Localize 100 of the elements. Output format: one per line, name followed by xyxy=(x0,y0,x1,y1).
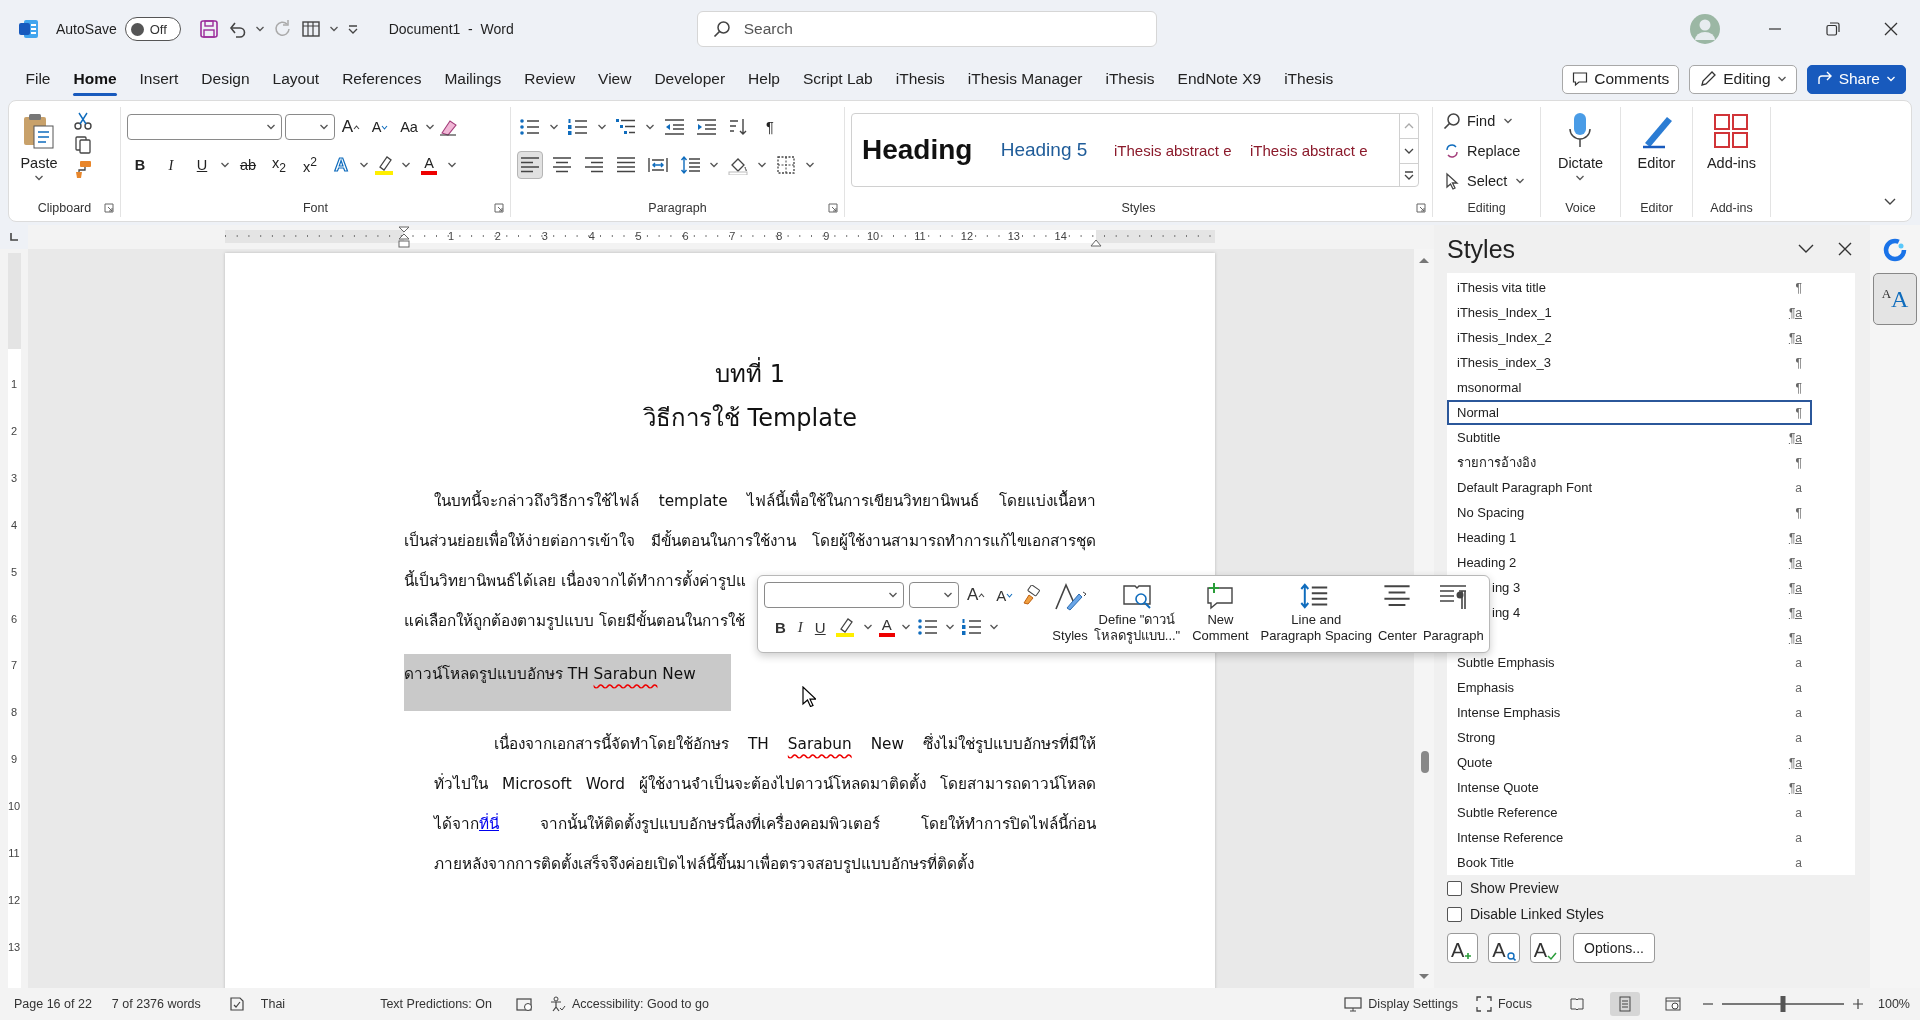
ribbon-tab[interactable]: iThesis xyxy=(1093,62,1167,96)
styles-button[interactable]: Styles xyxy=(1049,580,1091,648)
paste-button[interactable]: Paste xyxy=(15,107,63,181)
caret-icon[interactable] xyxy=(328,26,339,32)
ribbon-tab[interactable]: Review xyxy=(512,62,587,96)
underline-button[interactable]: U xyxy=(189,151,215,179)
style-inspector-button[interactable]: A xyxy=(1488,933,1520,963)
shrink-font-button[interactable]: A xyxy=(993,582,1017,608)
accessibility-button[interactable]: Accessibility: Good to go xyxy=(550,996,709,1012)
ribbon-tab[interactable]: iThesis Manager xyxy=(956,62,1094,96)
font-color-button[interactable]: A xyxy=(416,151,442,179)
bold-button[interactable]: B xyxy=(127,151,153,179)
editor-button[interactable]: Editor xyxy=(1632,107,1681,171)
text-predictions[interactable]: Text Predictions: On xyxy=(380,997,492,1011)
find-button[interactable]: Find xyxy=(1439,107,1500,135)
style-item[interactable]: Subtle Reference a xyxy=(1447,800,1812,825)
style-item[interactable]: Default Paragraph Font a xyxy=(1447,475,1812,500)
style-item[interactable]: Emphasis a xyxy=(1447,675,1812,700)
dialog-launcher-icon[interactable] xyxy=(494,203,504,213)
style-item[interactable]: Intense Quote ¶a xyxy=(1447,775,1812,800)
save-icon[interactable] xyxy=(198,19,219,39)
style-item[interactable]: Strong a xyxy=(1447,725,1812,750)
underline-button[interactable]: U xyxy=(811,614,829,640)
highlighter-icon[interactable] xyxy=(834,616,857,638)
italic-button[interactable]: I xyxy=(794,614,806,640)
caret-icon[interactable] xyxy=(425,124,435,130)
table-icon[interactable] xyxy=(300,19,321,39)
center-button[interactable]: Center xyxy=(1374,580,1420,648)
italic-button[interactable]: I xyxy=(158,151,184,179)
ribbon-tab[interactable]: Script Lab xyxy=(791,62,885,96)
focus-button[interactable]: Focus xyxy=(1475,996,1532,1012)
subscript-button[interactable]: x$_{2}$ xyxy=(266,151,292,179)
strikethrough-button[interactable]: ab xyxy=(235,151,261,179)
style-item[interactable]: Intense Emphasis a xyxy=(1447,700,1812,725)
ribbon-tab[interactable]: EndNote X9 xyxy=(1166,62,1273,96)
ribbon-tab[interactable]: Mailings xyxy=(432,62,513,96)
autosave-toggle[interactable]: Off xyxy=(124,17,181,41)
style-item[interactable]: msonormal ¶ xyxy=(1447,375,1812,400)
close-icon[interactable] xyxy=(1838,242,1852,256)
style-item[interactable]: iThesis_Index_1 ¶a xyxy=(1447,300,1812,325)
tab-stop-icon[interactable] xyxy=(9,232,19,242)
caret-icon[interactable] xyxy=(645,124,655,130)
superscript-button[interactable]: x$^{2}$ xyxy=(297,151,323,179)
search-field[interactable]: Search xyxy=(696,11,1157,47)
editing-button[interactable]: Editing xyxy=(1689,64,1797,94)
style-item[interactable]: iThesis_index_3 ¶ xyxy=(1447,350,1812,375)
caret-icon[interactable] xyxy=(220,162,230,168)
dialog-launcher-icon[interactable] xyxy=(1416,203,1426,213)
add-ins-button[interactable]: Add-ins xyxy=(1702,107,1761,171)
macro-icon[interactable] xyxy=(516,996,534,1012)
word-logo-icon[interactable] xyxy=(18,18,40,40)
new-comment-button[interactable]: New Comment xyxy=(1189,580,1252,648)
new-style-button[interactable]: A xyxy=(1447,933,1479,963)
style-item[interactable]: Book Title a xyxy=(1447,850,1812,875)
caret-icon[interactable] xyxy=(254,26,265,32)
paragraph-button[interactable]: Paragraph xyxy=(1419,580,1487,648)
caret-icon[interactable] xyxy=(549,124,559,130)
ribbon-tab[interactable]: Insert xyxy=(128,62,190,96)
ribbon-tab[interactable]: View xyxy=(586,62,643,96)
style-preset[interactable]: iThesis abstract e xyxy=(1240,141,1376,159)
right-indent-marker[interactable] xyxy=(1090,239,1102,247)
collapse-ribbon-icon[interactable] xyxy=(1883,197,1897,207)
show-formatting-button[interactable]: ¶ xyxy=(757,113,783,141)
style-item[interactable]: Intense Reference a xyxy=(1447,825,1812,850)
caret-icon[interactable] xyxy=(757,162,767,168)
options-button[interactable]: Options... xyxy=(1573,933,1655,963)
proofing-icon[interactable] xyxy=(228,996,245,1012)
caret-icon[interactable] xyxy=(597,124,607,130)
style-item[interactable]: Normal ¶ xyxy=(1447,400,1812,425)
manage-styles-button[interactable]: A xyxy=(1529,933,1562,963)
define-button[interactable]: Define "ดาวน์ โหลดรูปแบบ..." xyxy=(1090,580,1184,648)
caret-icon[interactable] xyxy=(447,162,457,168)
shrink-font-button[interactable]: A xyxy=(367,113,393,141)
dialog-launcher-icon[interactable] xyxy=(104,203,114,213)
text-effects-button[interactable]: A xyxy=(328,151,354,179)
indent-marker[interactable] xyxy=(398,226,410,248)
comments-button[interactable]: Comments xyxy=(1562,64,1680,94)
select-button[interactable]: Select xyxy=(1439,167,1512,195)
caret-icon[interactable] xyxy=(988,624,999,630)
caret-icon[interactable] xyxy=(1515,178,1526,184)
bullets-icon[interactable] xyxy=(916,617,939,637)
dialog-launcher-icon[interactable] xyxy=(828,203,838,213)
numbering-icon[interactable] xyxy=(960,617,983,637)
style-preset[interactable]: iThesis abstract e xyxy=(1104,141,1240,159)
caret-icon[interactable] xyxy=(709,162,719,168)
ribbon-tab[interactable]: iThesis xyxy=(1272,62,1345,96)
style-item[interactable]: iThesis vita title ¶ xyxy=(1447,275,1812,300)
font-size-field[interactable] xyxy=(285,114,335,140)
style-item[interactable]: Subtle Emphasis a xyxy=(1447,650,1812,675)
zoom-in-icon[interactable] xyxy=(1852,998,1864,1010)
line-spacing-button[interactable]: Line and Paragraph Spacing xyxy=(1257,580,1375,648)
checkbox[interactable] xyxy=(1447,880,1462,896)
style-item[interactable]: Subtitle ¶a xyxy=(1447,425,1812,450)
caret-icon[interactable] xyxy=(359,162,369,168)
font-color-button[interactable]: A xyxy=(878,617,895,637)
ribbon-tab[interactable]: Design xyxy=(189,62,262,96)
style-item[interactable]: รายการอ้างอิง ¶ xyxy=(1447,450,1812,475)
caret-icon[interactable] xyxy=(805,162,815,168)
caret-icon[interactable] xyxy=(900,624,911,630)
ribbon-tab[interactable]: Home xyxy=(62,62,129,96)
